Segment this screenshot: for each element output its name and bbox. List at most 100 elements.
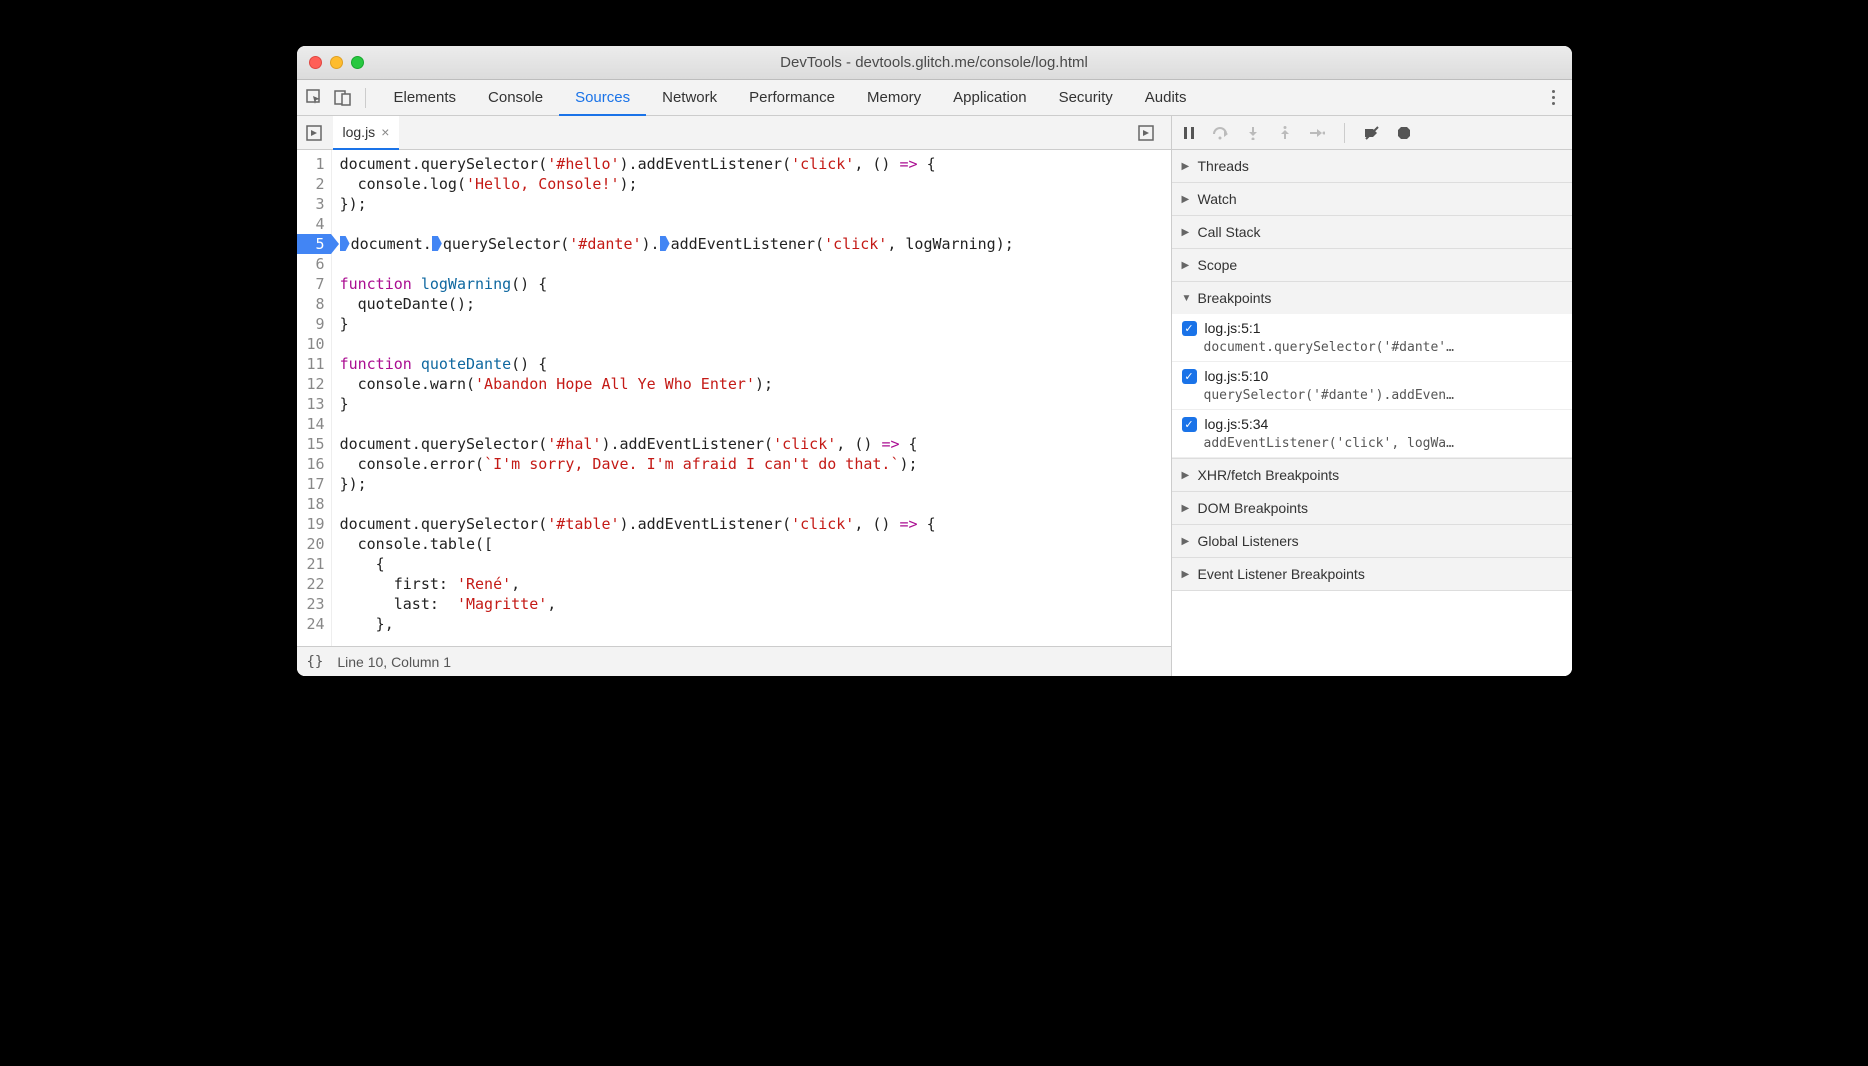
code-line[interactable] <box>340 414 1163 434</box>
code-line[interactable] <box>340 254 1163 274</box>
tab-security[interactable]: Security <box>1043 80 1129 116</box>
show-navigator-icon[interactable] <box>303 122 325 144</box>
tab-console[interactable]: Console <box>472 80 559 116</box>
tab-elements[interactable]: Elements <box>378 80 473 116</box>
line-number[interactable]: 16 <box>307 454 325 474</box>
tab-memory[interactable]: Memory <box>851 80 937 116</box>
close-window-button[interactable] <box>309 56 322 69</box>
code-line[interactable]: console.table([ <box>340 534 1163 554</box>
line-number[interactable]: 15 <box>307 434 325 454</box>
file-tab-logjs[interactable]: log.js × <box>333 116 400 150</box>
line-number[interactable]: 4 <box>307 214 325 234</box>
line-number[interactable]: 19 <box>307 514 325 534</box>
line-number[interactable]: 7 <box>307 274 325 294</box>
code-line[interactable]: function logWarning() { <box>340 274 1163 294</box>
tab-sources[interactable]: Sources <box>559 80 646 116</box>
line-number[interactable]: 6 <box>307 254 325 274</box>
breakpoint-checkbox[interactable]: ✓ <box>1182 369 1197 384</box>
code-content[interactable]: document.querySelector('#hello').addEven… <box>332 150 1171 646</box>
breakpoint-checkbox[interactable]: ✓ <box>1182 321 1197 336</box>
scope-header[interactable]: ▶Scope <box>1172 249 1572 281</box>
minimize-window-button[interactable] <box>330 56 343 69</box>
code-line[interactable]: document.querySelector('#table').addEven… <box>340 514 1163 534</box>
line-number[interactable]: 9 <box>307 314 325 334</box>
call-stack-header[interactable]: ▶Call Stack <box>1172 216 1572 248</box>
code-line[interactable]: console.error(`I'm sorry, Dave. I'm afra… <box>340 454 1163 474</box>
line-number[interactable]: 24 <box>307 614 325 634</box>
step-icon[interactable] <box>1308 124 1326 142</box>
line-number[interactable]: 5 <box>297 234 331 254</box>
step-over-icon[interactable] <box>1212 124 1230 142</box>
line-number[interactable]: 11 <box>307 354 325 374</box>
breakpoint-item[interactable]: ✓log.js:5:1document.querySelector('#dant… <box>1172 314 1572 362</box>
window-controls <box>309 56 364 69</box>
xhr-breakpoints-header[interactable]: ▶XHR/fetch Breakpoints <box>1172 459 1572 491</box>
code-line[interactable]: }); <box>340 194 1163 214</box>
code-line[interactable] <box>340 334 1163 354</box>
line-number[interactable]: 18 <box>307 494 325 514</box>
watch-header[interactable]: ▶Watch <box>1172 183 1572 215</box>
pretty-print-icon[interactable]: {} <box>307 654 324 670</box>
line-number[interactable]: 12 <box>307 374 325 394</box>
line-number[interactable]: 22 <box>307 574 325 594</box>
line-number[interactable]: 14 <box>307 414 325 434</box>
line-number[interactable]: 21 <box>307 554 325 574</box>
close-tab-icon[interactable]: × <box>381 124 389 140</box>
global-listeners-header[interactable]: ▶Global Listeners <box>1172 525 1572 557</box>
line-number[interactable]: 2 <box>307 174 325 194</box>
line-number[interactable]: 10 <box>307 334 325 354</box>
line-number[interactable]: 23 <box>307 594 325 614</box>
show-debugger-icon[interactable] <box>1135 122 1157 144</box>
code-line[interactable]: console.warn('Abandon Hope All Ye Who En… <box>340 374 1163 394</box>
step-into-icon[interactable] <box>1244 124 1262 142</box>
tab-network[interactable]: Network <box>646 80 733 116</box>
dom-breakpoints-header[interactable]: ▶DOM Breakpoints <box>1172 492 1572 524</box>
code-line[interactable]: document.querySelector('#hello').addEven… <box>340 154 1163 174</box>
breakpoint-item[interactable]: ✓log.js:5:10querySelector('#dante').addE… <box>1172 362 1572 410</box>
code-line[interactable] <box>340 214 1163 234</box>
line-number[interactable]: 17 <box>307 474 325 494</box>
deactivate-breakpoints-icon[interactable] <box>1363 124 1381 142</box>
line-number[interactable]: 8 <box>307 294 325 314</box>
inspect-element-icon[interactable] <box>305 88 325 108</box>
code-line[interactable]: }, <box>340 614 1163 634</box>
pause-icon[interactable] <box>1180 124 1198 142</box>
breakpoints-header[interactable]: ▼Breakpoints <box>1172 282 1572 314</box>
code-line[interactable]: last: 'Magritte', <box>340 594 1163 614</box>
tab-performance[interactable]: Performance <box>733 80 851 116</box>
expand-icon: ▶ <box>1182 503 1192 514</box>
line-number[interactable]: 3 <box>307 194 325 214</box>
code-line[interactable]: } <box>340 314 1163 334</box>
breakpoint-item[interactable]: ✓log.js:5:34addEventListener('click', lo… <box>1172 410 1572 458</box>
threads-header[interactable]: ▶Threads <box>1172 150 1572 182</box>
code-line[interactable]: document.querySelector('#hal').addEventL… <box>340 434 1163 454</box>
line-number[interactable]: 13 <box>307 394 325 414</box>
debugger-divider <box>1344 123 1345 143</box>
code-line[interactable] <box>340 494 1163 514</box>
threads-section: ▶Threads <box>1172 150 1572 183</box>
more-options-icon[interactable] <box>1544 86 1564 109</box>
code-line[interactable]: } <box>340 394 1163 414</box>
code-line[interactable]: first: 'René', <box>340 574 1163 594</box>
code-line[interactable]: document.querySelector('#dante').addEven… <box>340 234 1163 254</box>
line-number[interactable]: 20 <box>307 534 325 554</box>
breakpoint-checkbox[interactable]: ✓ <box>1182 417 1197 432</box>
device-toggle-icon[interactable] <box>333 88 353 108</box>
code-editor[interactable]: 123456789101112131415161718192021222324 … <box>297 150 1171 646</box>
pause-on-exceptions-icon[interactable] <box>1395 124 1413 142</box>
code-line[interactable]: quoteDante(); <box>340 294 1163 314</box>
column-breakpoint-marker[interactable] <box>340 236 350 251</box>
column-breakpoint-marker[interactable] <box>432 236 442 251</box>
zoom-window-button[interactable] <box>351 56 364 69</box>
step-out-icon[interactable] <box>1276 124 1294 142</box>
code-line[interactable]: function quoteDante() { <box>340 354 1163 374</box>
line-gutter[interactable]: 123456789101112131415161718192021222324 <box>297 150 332 646</box>
column-breakpoint-marker[interactable] <box>660 236 670 251</box>
tab-audits[interactable]: Audits <box>1129 80 1203 116</box>
code-line[interactable]: console.log('Hello, Console!'); <box>340 174 1163 194</box>
code-line[interactable]: { <box>340 554 1163 574</box>
code-line[interactable]: }); <box>340 474 1163 494</box>
event-listener-breakpoints-header[interactable]: ▶Event Listener Breakpoints <box>1172 558 1572 590</box>
tab-application[interactable]: Application <box>937 80 1042 116</box>
line-number[interactable]: 1 <box>307 154 325 174</box>
